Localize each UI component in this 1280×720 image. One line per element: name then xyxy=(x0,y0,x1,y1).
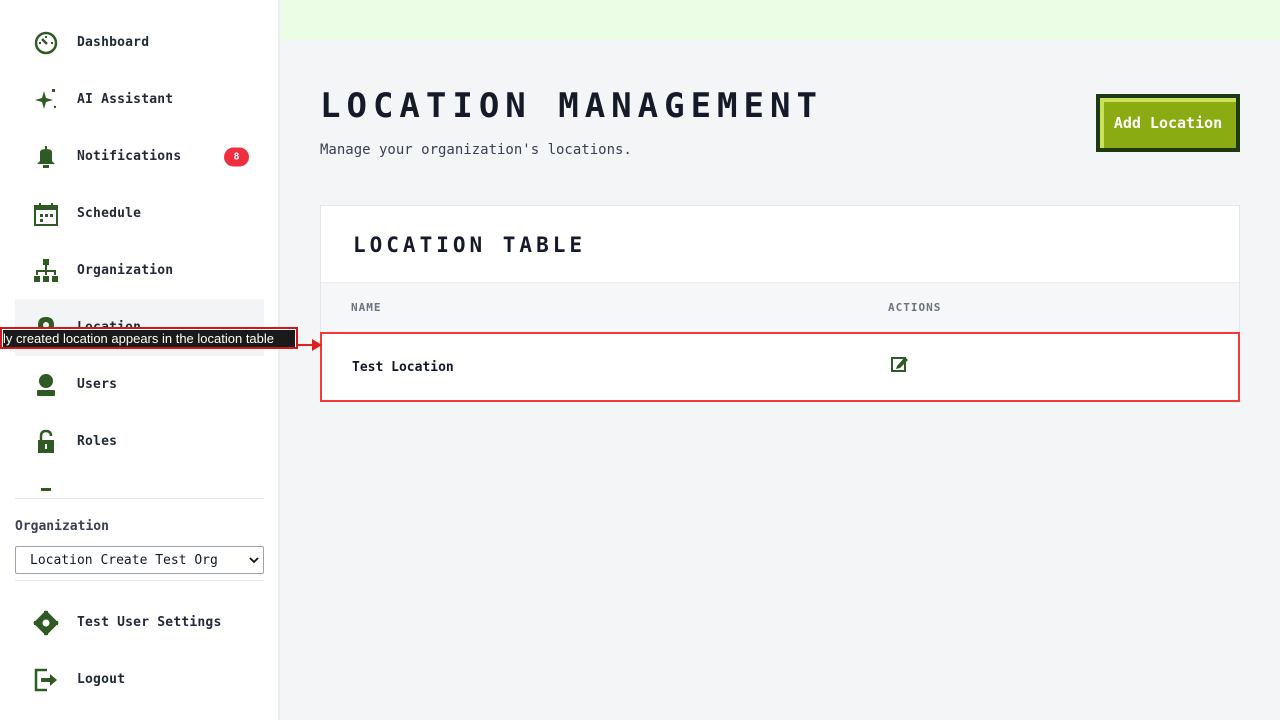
sidebar-item-user-settings[interactable]: Test User Settings xyxy=(15,594,264,651)
sidebar-nav: Dashboard AI Assistant Notifications 8 S… xyxy=(15,14,264,492)
sidebar-divider xyxy=(15,498,264,499)
page-subtitle: Manage your organization's locations. xyxy=(320,142,632,158)
chevron-down-icon xyxy=(249,557,259,564)
org-chart-icon xyxy=(32,257,60,285)
sidebar-item-notifications[interactable]: Notifications 8 xyxy=(15,128,264,185)
sidebar-item-label: Schedule xyxy=(77,206,142,221)
sidebar-item-label: Organization xyxy=(77,263,174,278)
bell-icon xyxy=(32,143,60,171)
sidebar-item-schedule[interactable]: Schedule xyxy=(15,185,264,242)
page-title: LOCATION MANAGEMENT xyxy=(320,86,823,126)
sidebar-bottom-nav: Test User Settings Logout xyxy=(15,594,264,708)
toolbox-icon xyxy=(32,485,60,492)
annotation-arrow-head xyxy=(312,339,322,351)
sidebar-item-label: AI Assistant xyxy=(77,92,174,107)
sidebar-item-label: Users xyxy=(77,377,118,392)
sidebar-item-label: Notifications xyxy=(77,149,182,164)
table-row[interactable]: Test Location xyxy=(320,332,1240,402)
sidebar-item-users[interactable]: Users xyxy=(15,356,264,413)
sidebar-item-label: Test User Settings xyxy=(77,615,222,630)
logout-icon xyxy=(32,666,60,694)
sidebar-item-label: Logout xyxy=(77,672,126,687)
annotation-callout: ly created location appears in the locat… xyxy=(0,327,298,349)
sidebar-item-label: Dashboard xyxy=(77,35,150,50)
table-title: LOCATION TABLE xyxy=(353,233,587,257)
lock-icon xyxy=(32,428,60,456)
sidebar: Dashboard AI Assistant Notifications 8 S… xyxy=(0,0,280,720)
annotation-text: ly created location appears in the locat… xyxy=(2,329,296,347)
sidebar-divider xyxy=(15,580,264,581)
sidebar-item-label: Roles xyxy=(77,434,118,449)
organization-label: Organization xyxy=(15,519,109,534)
top-bar xyxy=(281,0,1280,40)
organization-select[interactable]: Location Create Test Org xyxy=(15,546,264,574)
add-location-button[interactable]: Add Location xyxy=(1096,94,1240,152)
notification-count-badge: 8 xyxy=(224,147,249,166)
sidebar-item-roles[interactable]: Roles xyxy=(15,413,264,470)
sparkle-icon xyxy=(32,86,60,114)
dashboard-icon xyxy=(32,29,60,57)
sidebar-item-partial[interactable] xyxy=(15,470,264,492)
user-icon xyxy=(32,371,60,399)
location-table-card: LOCATION TABLE NAME ACTIONS Test Locatio… xyxy=(320,205,1240,402)
edit-icon[interactable] xyxy=(890,354,910,374)
sidebar-item-ai-assistant[interactable]: AI Assistant xyxy=(15,71,264,128)
column-header-actions: ACTIONS xyxy=(888,301,942,314)
calendar-icon xyxy=(32,200,60,228)
column-header-name: NAME xyxy=(351,301,382,314)
gear-icon xyxy=(32,609,60,637)
sidebar-item-logout[interactable]: Logout xyxy=(15,651,264,708)
sidebar-item-dashboard[interactable]: Dashboard xyxy=(15,14,264,71)
sidebar-item-organization[interactable]: Organization xyxy=(15,242,264,299)
location-name-cell: Test Location xyxy=(352,360,454,375)
organization-select-value: Location Create Test Org xyxy=(30,552,218,568)
table-header: NAME ACTIONS xyxy=(321,282,1239,332)
